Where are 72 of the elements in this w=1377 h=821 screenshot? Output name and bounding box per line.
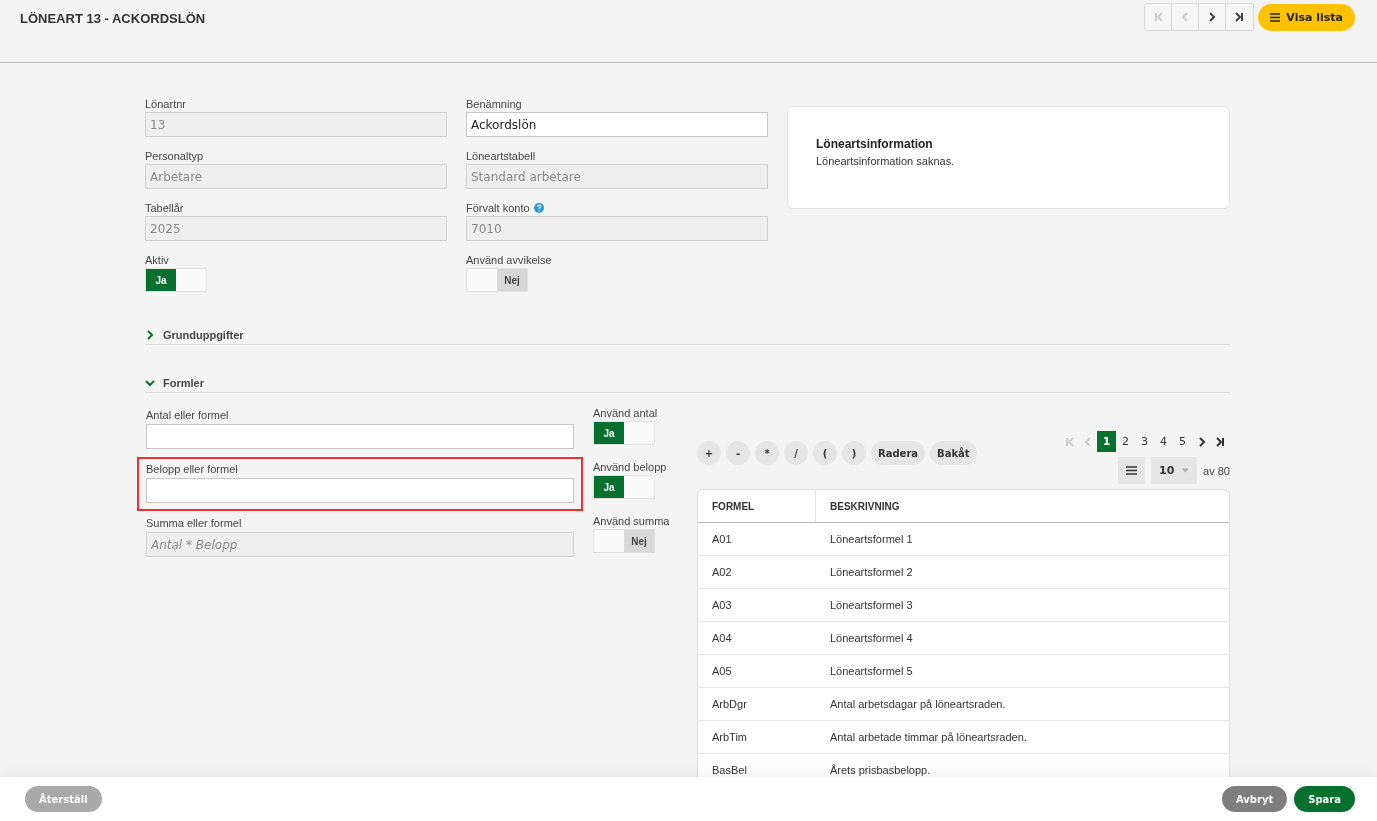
toggle-label: Använd summa (593, 515, 671, 527)
column-menu-button[interactable] (1118, 457, 1146, 484)
chevron-right-icon (1233, 11, 1246, 23)
table-cell-text: Antal arbetsdagar på löneartsraden. (829, 698, 1007, 710)
formula-field[interactable] (146, 478, 574, 503)
page-button[interactable]: 2 (1116, 431, 1135, 452)
page-title: LÖNEART 13 - ACKORDSLÖN (20, 11, 206, 26)
footer-button[interactable]: Spara (1294, 786, 1355, 812)
toggle-label: Aktiv (145, 254, 170, 266)
toggle-label: Använd antal (593, 407, 659, 419)
operator-button[interactable]: - (726, 441, 750, 465)
toggle-switch[interactable]: Ja (593, 421, 655, 445)
table-cell-text: ArbDgr (711, 698, 748, 710)
menu-icon (1126, 466, 1138, 475)
page-button[interactable]: 1 (1097, 431, 1116, 452)
operator-button[interactable]: ( (813, 441, 837, 465)
card-text: Löneartsinformation saknas. (816, 155, 956, 167)
help-icon (533, 203, 544, 213)
table-cell-text: A01 (711, 533, 733, 545)
table-cell-text: ArbTim (711, 731, 749, 743)
field-label: Antal eller formel (146, 409, 230, 421)
total-count: av 80 (1203, 464, 1230, 477)
table-cell-text: A03 (711, 599, 733, 611)
rows-per-page-select[interactable]: 10 (1151, 457, 1198, 484)
operator-button[interactable]: * (755, 441, 779, 465)
field-label: Belopp eller formel (146, 463, 239, 475)
page-button[interactable]: 3 (1135, 431, 1154, 452)
column-header: FORMEL (698, 490, 816, 522)
field-label: Benämning (466, 98, 523, 110)
toggle-label: Använd belopp (593, 461, 668, 473)
section-title: Grunduppgifter (163, 328, 244, 341)
table-cell-text: A02 (711, 566, 733, 578)
table-cell-text: Årets prisbasbelopp. (829, 764, 932, 776)
footer-button[interactable]: Avbryt (1221, 786, 1288, 812)
text-field[interactable]: Ackordslön (466, 112, 768, 137)
field-label: Löneartstabell (466, 150, 537, 162)
table-cell-text: Löneartsformel 5 (829, 665, 914, 677)
section-header[interactable]: Formler (145, 373, 1230, 393)
field-label: Förvalt konto (466, 202, 768, 214)
field-label: Summa eller formel (146, 517, 243, 529)
section-title: Formler (163, 376, 204, 389)
menu-icon (1270, 12, 1281, 22)
list-button[interactable]: Visa lista (1258, 3, 1355, 31)
toggle-switch[interactable]: Nej (466, 268, 528, 292)
table-cell-text: Löneartsformel 4 (829, 632, 914, 644)
field-label: Lönartnr (145, 98, 187, 110)
card-title: Löneartsinformation (816, 137, 934, 151)
chevron-right-icon (1214, 435, 1227, 448)
toggle-switch[interactable]: Ja (593, 475, 655, 499)
formula-field[interactable] (146, 424, 574, 449)
operator-button[interactable]: + (697, 441, 721, 465)
table-cell-text: BasBel (711, 764, 748, 776)
field-label: Personaltyp (145, 150, 205, 162)
table-cell-text: Antal arbetade timmar på löneartsraden. (829, 731, 1028, 743)
toggle-switch[interactable]: Ja (145, 268, 207, 292)
field-label: Tabellår (145, 202, 185, 214)
table-cell-text: Löneartsformel 3 (829, 599, 914, 611)
operator-button[interactable]: / (784, 441, 808, 465)
page-button[interactable]: 4 (1154, 431, 1173, 452)
operator-button[interactable]: Radera (871, 441, 926, 465)
caret-icon (1182, 468, 1190, 473)
chevron-left-icon (1152, 11, 1165, 23)
table-cell-text: A04 (711, 632, 733, 644)
operator-button[interactable]: ) (842, 441, 866, 465)
table-cell-text: Löneartsformel 2 (829, 566, 914, 578)
column-header: BESKRIVNING (829, 499, 901, 514)
toggle-label: Använd avvikelse (466, 254, 553, 266)
section-header[interactable]: Grunduppgifter (145, 325, 1230, 345)
table-cell-text: A05 (711, 665, 733, 677)
operator-button[interactable]: Bakåt (930, 441, 977, 465)
table-cell-text: Löneartsformel 1 (829, 533, 914, 545)
page-button[interactable]: 5 (1173, 431, 1192, 452)
